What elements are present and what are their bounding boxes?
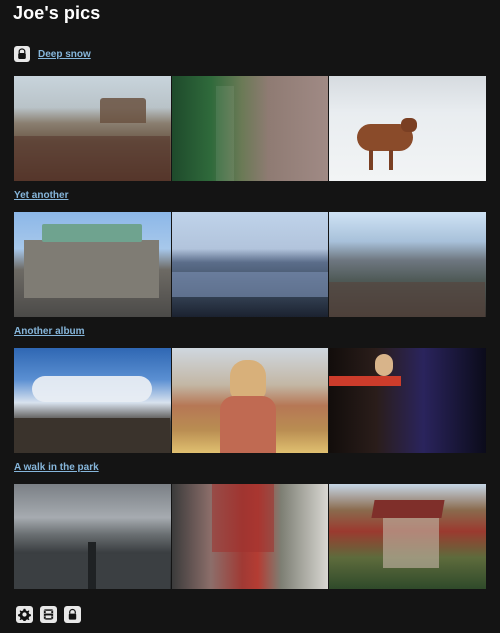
settings-button[interactable] (16, 606, 33, 623)
album-lock-button[interactable] (14, 46, 30, 62)
bottom-toolbar (16, 606, 81, 623)
photo-gallery-page: Joe's pics Deep snow Yet another Another… (0, 0, 500, 633)
album-header-another-album: Another album (14, 326, 85, 337)
album-photo[interactable] (14, 212, 171, 317)
album-photo[interactable] (329, 212, 487, 317)
media-button[interactable] (40, 606, 57, 623)
album-header-a-walk-in-the-park: A walk in the park (14, 462, 99, 473)
album-photo[interactable] (14, 76, 171, 181)
gear-icon (18, 608, 31, 621)
album-header-yet-another: Yet another (14, 190, 68, 201)
lock-icon (68, 608, 77, 620)
album-photo[interactable] (329, 484, 487, 589)
lock-icon (18, 48, 26, 59)
album-link-deep-snow[interactable]: Deep snow (38, 49, 91, 60)
album-strip-deep-snow (14, 76, 487, 181)
page-title: Joe's pics (13, 3, 101, 23)
album-photo[interactable] (171, 348, 329, 453)
album-header-deep-snow: Deep snow (14, 46, 91, 62)
album-link-yet-another[interactable]: Yet another (14, 190, 68, 201)
film-icon (43, 609, 54, 620)
album-strip-another-album (14, 348, 487, 453)
album-link-a-walk-in-the-park[interactable]: A walk in the park (14, 462, 99, 473)
album-photo[interactable] (14, 348, 171, 453)
album-strip-a-walk-in-the-park (14, 484, 487, 589)
album-photo[interactable] (171, 212, 329, 317)
album-photo[interactable] (171, 484, 329, 589)
album-photo[interactable] (171, 76, 329, 181)
album-link-another-album[interactable]: Another album (14, 326, 85, 337)
album-photo[interactable] (329, 76, 487, 181)
album-strip-yet-another (14, 212, 487, 317)
lock-button[interactable] (64, 606, 81, 623)
album-photo[interactable] (329, 348, 487, 453)
album-photo[interactable] (14, 484, 171, 589)
